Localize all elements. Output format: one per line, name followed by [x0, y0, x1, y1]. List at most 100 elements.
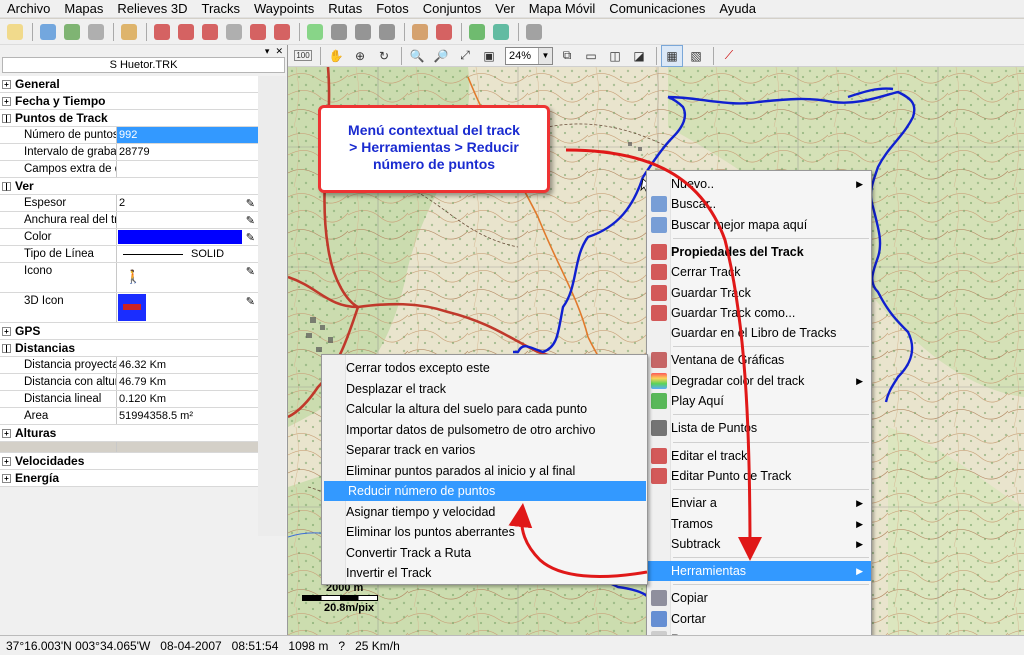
property-row[interactable]: Distancia proyectada46.32 Km: [0, 357, 258, 374]
menu-item-buscar-mejor-mapa-aqui[interactable]: Buscar mejor mapa aquí: [647, 215, 871, 235]
property-value[interactable]: ✎: [117, 229, 258, 245]
menu-item-eliminar-puntos-parados-al-inicio-y-al-final[interactable]: Eliminar puntos parados al inicio y al f…: [322, 461, 647, 481]
globe-button[interactable]: [37, 21, 59, 43]
category-general[interactable]: + General: [0, 76, 258, 93]
property-value[interactable]: ✎: [117, 212, 258, 228]
property-row[interactable]: Espesor 2 ✎: [0, 195, 258, 212]
track-save-button[interactable]: [175, 21, 197, 43]
hand-tool-icon[interactable]: ✋: [325, 45, 347, 67]
dropdown-button[interactable]: [85, 21, 107, 43]
play-button[interactable]: [304, 21, 326, 43]
menu-comunicaciones[interactable]: Comunicaciones: [602, 0, 712, 18]
menu-item-editar-el-track[interactable]: Editar el track: [647, 446, 871, 466]
menu-item-guardar-en-el-libro-de-tracks[interactable]: Guardar en el Libro de Tracks: [647, 323, 871, 343]
zoom-100-button[interactable]: 100: [292, 45, 314, 67]
property-row[interactable]: Campos extra de datos: [0, 161, 258, 178]
menu-item-asignar-tiempo-y-velocidad[interactable]: Asignar tiempo y velocidad: [322, 502, 647, 522]
menu-mapa-m-vil[interactable]: Mapa Móvil: [522, 0, 602, 18]
menu-item-calcular-la-altura-del-suelo-para-cada-punto[interactable]: Calcular la altura del suelo para cada p…: [322, 399, 647, 419]
menu-item-desplazar-el-track[interactable]: Desplazar el track: [322, 379, 647, 399]
color-swatch[interactable]: [118, 230, 242, 244]
menu-item-ventana-de-graficas[interactable]: Ventana de Gráficas: [647, 350, 871, 370]
expand-icon[interactable]: +: [2, 457, 11, 466]
property-row[interactable]: Area 51994358.5 m²: [0, 408, 258, 425]
property-value[interactable]: ✎: [117, 293, 258, 322]
track-new-button[interactable]: [199, 21, 221, 43]
zoom-select[interactable]: 24% ▼: [505, 46, 553, 65]
new-button[interactable]: [4, 21, 26, 43]
property-value[interactable]: 2 ✎: [117, 195, 258, 211]
property-value[interactable]: 992: [117, 127, 258, 143]
category-puntos-de-track[interactable]: | Puntos de Track: [0, 110, 258, 127]
menu-item-editar-punto-de-track[interactable]: Editar Punto de Track: [647, 466, 871, 486]
route-button[interactable]: [433, 21, 455, 43]
menu-item-cerrar-todos-excepto-este[interactable]: Cerrar todos excepto este: [322, 358, 647, 378]
menu-conjuntos[interactable]: Conjuntos: [416, 0, 489, 18]
expand-icon[interactable]: +: [2, 429, 11, 438]
menu-item-importar-datos-de-pulsometro-de-otro-archivo[interactable]: Importar datos de pulsometro de otro arc…: [322, 420, 647, 440]
property-row[interactable]: 3D Icon ✎: [0, 293, 258, 323]
play-forward-button[interactable]: [328, 21, 350, 43]
dropdown-button[interactable]: [223, 21, 245, 43]
property-value[interactable]: 0.120 Km: [117, 391, 258, 407]
category-gps[interactable]: + GPS: [0, 323, 258, 340]
collapse-icon[interactable]: |: [2, 182, 11, 191]
menu-item-tramos[interactable]: Tramos ▶: [647, 514, 871, 534]
zoom-in-icon[interactable]: 🔎: [430, 45, 452, 67]
category-fecha-y-tiempo[interactable]: + Fecha y Tiempo: [0, 93, 258, 110]
menu-item-cortar[interactable]: Cortar: [647, 609, 871, 629]
menu-item-convertir-track-a-ruta[interactable]: Convertir Track a Ruta: [322, 543, 647, 563]
menu-relieves-3d[interactable]: Relieves 3D: [110, 0, 194, 18]
property-row[interactable]: Color ✎: [0, 229, 258, 246]
grid-icon[interactable]: ▦: [661, 44, 683, 67]
layers-icon[interactable]: ⧉: [556, 45, 578, 67]
window-icon[interactable]: ▭: [580, 45, 602, 67]
property-value[interactable]: 51994358.5 m²: [117, 408, 258, 424]
expand-icon[interactable]: +: [2, 97, 11, 106]
select-tool-icon[interactable]: ⊕: [349, 45, 371, 67]
pencil-icon[interactable]: ✎: [246, 213, 255, 228]
menu-item-subtrack[interactable]: Subtrack ▶: [647, 534, 871, 554]
close-icon[interactable]: ✕: [275, 46, 283, 57]
category-energ-a[interactable]: + Energía: [0, 470, 258, 487]
track-open-button[interactable]: [151, 21, 173, 43]
category-velocidades[interactable]: + Velocidades: [0, 453, 258, 470]
menu-item-reducir-numero-de-puntos[interactable]: Reducir número de puntos: [324, 481, 646, 501]
property-row[interactable]: Distancia con altura 46.79 Km: [0, 374, 258, 391]
zoom-window-icon[interactable]: ▣: [478, 45, 500, 67]
measure-icon[interactable]: ⟋: [718, 45, 740, 67]
menu-item-separar-track-en-varios[interactable]: Separar track en varios: [322, 440, 647, 460]
menu-rutas[interactable]: Rutas: [321, 0, 369, 18]
property-row[interactable]: Intervalo de grabación28779: [0, 144, 258, 161]
menu-item-degradar-color-del-track[interactable]: Degradar color del track ▶: [647, 371, 871, 391]
menu-mapas[interactable]: Mapas: [57, 0, 110, 18]
property-row[interactable]: Tipo de Línea SOLID: [0, 246, 258, 263]
menu-tracks[interactable]: Tracks: [194, 0, 247, 18]
zoom-fit-icon[interactable]: ⤢: [454, 45, 476, 67]
category-distancias[interactable]: | Distancias: [0, 340, 258, 357]
menu-item-lista-de-puntos[interactable]: Lista de Puntos: [647, 418, 871, 438]
menu-item-play-aqui[interactable]: Play Aquí: [647, 391, 871, 411]
pencil-icon[interactable]: ✎: [246, 196, 255, 211]
menu-item-nuevo[interactable]: Nuevo.. ▶: [647, 174, 871, 194]
expand-icon[interactable]: +: [2, 80, 11, 89]
category-alturas[interactable]: + Alturas: [0, 425, 258, 442]
property-value[interactable]: SOLID: [117, 246, 258, 262]
pencil-icon[interactable]: ✎: [246, 294, 255, 310]
menu-item-herramientas[interactable]: Herramientas ▶: [647, 561, 871, 582]
property-row[interactable]: Número de puntos 992: [0, 127, 258, 144]
menu-archivo[interactable]: Archivo: [0, 0, 57, 18]
property-value[interactable]: 🚶 ✎: [117, 263, 258, 292]
property-row[interactable]: Anchura real del track ✎: [0, 212, 258, 229]
collapse-icon[interactable]: |: [2, 344, 11, 353]
expand-icon[interactable]: +: [2, 474, 11, 483]
pencil-icon[interactable]: ✎: [246, 230, 255, 245]
menu-item-cerrar-track[interactable]: Cerrar Track: [647, 262, 871, 282]
menu-item-copiar[interactable]: Copiar: [647, 588, 871, 608]
gps-button[interactable]: [466, 21, 488, 43]
track-graph-button[interactable]: [247, 21, 269, 43]
utm-grid-icon[interactable]: ▧: [685, 45, 707, 67]
stop-button[interactable]: [376, 21, 398, 43]
export-button[interactable]: [490, 21, 512, 43]
menu-item-eliminar-los-puntos-aberrantes[interactable]: Eliminar los puntos aberrantes: [322, 522, 647, 542]
